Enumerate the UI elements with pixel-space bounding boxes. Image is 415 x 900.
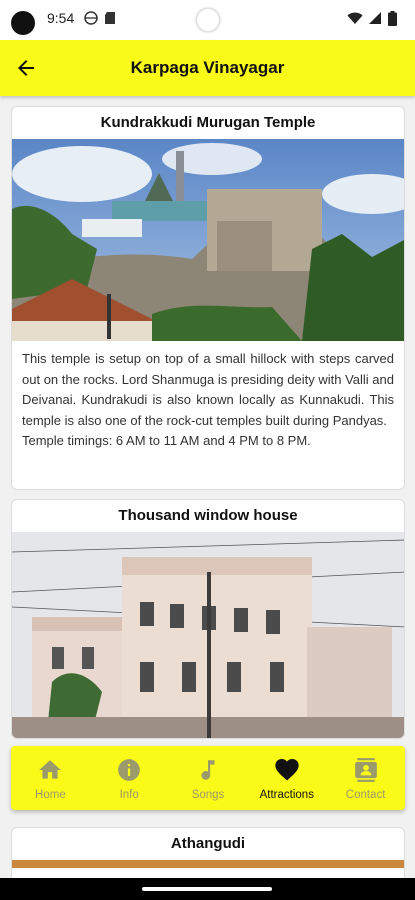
nav-attractions[interactable]: Attractions (247, 746, 326, 810)
bottom-navigation: Home Info Songs Attractions Contact (11, 746, 405, 810)
card-title: Athangudi (170, 835, 246, 852)
signal-icon (369, 12, 381, 24)
description-paragraph: This temple is setup on top of a small h… (22, 351, 394, 428)
card-title: Thousand window house (118, 507, 298, 524)
nav-home[interactable]: Home (11, 746, 90, 810)
card-description: This temple is setup on top of a small h… (12, 341, 404, 462)
nav-label: Home (35, 789, 66, 801)
camera-cutout (11, 11, 35, 35)
front-camera (196, 8, 220, 32)
temple-photo (12, 139, 404, 341)
tile-photo-strip (12, 860, 404, 868)
attraction-card[interactable]: Kundrakkudi Murugan Temple This temple i… (11, 106, 405, 490)
nav-contact[interactable]: Contact (326, 746, 405, 810)
card-title: Kundrakkudi Murugan Temple (100, 114, 316, 131)
house-photo (12, 532, 404, 738)
attraction-card[interactable]: Thousand window house (11, 499, 405, 739)
home-icon (39, 760, 62, 779)
attraction-card[interactable]: Athangudi (11, 827, 405, 878)
page-title: Karpaga Vinayagar (130, 58, 285, 77)
gesture-handle[interactable] (142, 887, 272, 891)
screen: 9:54 Karpaga Vinayagar Kundrakkudi Murug… (0, 0, 415, 900)
sd-card-icon (105, 12, 115, 24)
heart-icon (275, 759, 299, 781)
info-icon (118, 759, 141, 781)
system-gesture-area (0, 878, 415, 900)
nav-label: Contact (345, 789, 386, 801)
status-time: 9:54 (47, 10, 75, 26)
temple-timings: Temple timings: 6 AM to 11 AM and 4 PM t… (22, 433, 311, 448)
nav-label: Info (119, 789, 139, 801)
battery-icon (388, 11, 397, 26)
nav-label: Songs (191, 789, 225, 801)
status-bar: 9:54 (0, 0, 415, 40)
app-bar: Karpaga Vinayagar (0, 40, 415, 96)
status-right-icons (347, 11, 397, 26)
nav-label: Attractions (259, 789, 314, 801)
nav-songs[interactable]: Songs (169, 746, 248, 810)
globe-icon (84, 11, 98, 25)
wifi-icon (347, 12, 363, 24)
music-note-icon (201, 760, 215, 780)
nav-info[interactable]: Info (90, 746, 169, 810)
contact-card-icon (354, 758, 377, 782)
